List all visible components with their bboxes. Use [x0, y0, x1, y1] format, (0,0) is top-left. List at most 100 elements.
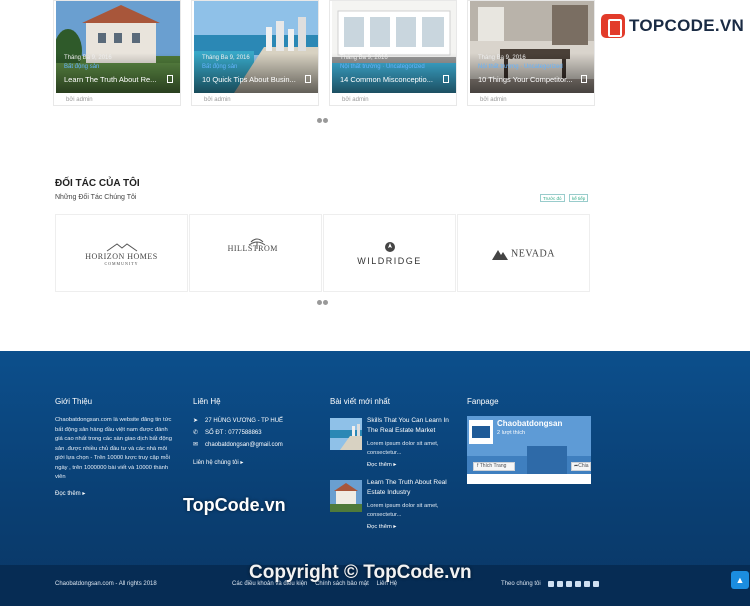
contact-address-text: 27 HÙNG VƯƠNG - TP HUẾ	[205, 418, 284, 424]
linkedin-icon[interactable]	[575, 581, 581, 587]
post-card[interactable]: Tháng Ba 9, 2016 Bất động sản Learn The …	[53, 0, 181, 106]
latest-post-excerpt: Lorem ipsum dolor sit amet, consectetur.…	[367, 503, 439, 518]
partner-logo-wildridge: WILDRIDGE	[324, 241, 455, 266]
partner-name: HORIZON HOMES	[85, 252, 158, 261]
partners-title: ĐỐI TÁC CỦA TÔI	[55, 178, 140, 189]
post-date: Tháng Ba 9, 2016	[478, 55, 526, 61]
carousel-dot[interactable]	[317, 300, 322, 305]
carousel-dots	[317, 118, 331, 124]
compass-icon	[384, 242, 395, 252]
partners-prev-button[interactable]: Trước đó	[540, 194, 565, 202]
post-category[interactable]: Nội thất trường · Uncategorized	[478, 64, 563, 70]
contact-us-link[interactable]: Liên hệ chúng tôi ▸	[193, 459, 243, 466]
carousel-dot[interactable]	[323, 300, 328, 305]
footer-about-text: Chaobatdongsan.com là website đăng tin t…	[55, 417, 172, 480]
post-date: Tháng Ba 9, 2016	[202, 55, 250, 61]
contact-email-text[interactable]: chaobatdongsan@gmail.com	[205, 442, 283, 448]
post-title[interactable]: 10 Things Your Competitor...	[478, 75, 576, 84]
fanpage-like-button[interactable]: f Thích Trang	[473, 462, 515, 471]
facebook-page-widget[interactable]: Chaobatdongsan 2 lượt thích f Thích Tran…	[467, 416, 591, 484]
house-icon	[106, 243, 137, 252]
post-category[interactable]: Bất động sản	[202, 64, 237, 70]
partner-logo-card[interactable]: NEVADA	[457, 214, 590, 292]
post-title[interactable]: 14 Common Misconceptio...	[340, 75, 438, 84]
partners-subtitle: Những Đối Tác Chúng Tôi	[55, 194, 137, 201]
partner-sub: COMMUNITY	[104, 261, 139, 266]
mail-icon: ✉	[193, 442, 199, 448]
latest-post-more-link[interactable]: Đọc thêm ▸	[367, 462, 396, 468]
page: Tháng Ba 9, 2016 Bất động sản Learn The …	[0, 0, 750, 606]
location-arrow-icon: ➤	[193, 418, 199, 424]
partner-name: WILDRIDGE	[357, 256, 422, 266]
carousel-dot[interactable]	[317, 118, 322, 123]
mountain-icon	[492, 250, 509, 260]
latest-post-thumb[interactable]	[330, 480, 362, 512]
fanpage-like-label: Thích Trang	[479, 463, 507, 469]
fanpage-share-label: Chia	[578, 463, 589, 469]
document-icon	[305, 75, 311, 83]
topcode-logo-text: TOPCODE.VN	[629, 16, 745, 35]
post-date: Tháng Ba 9, 2016	[340, 55, 388, 61]
facebook-icon: f	[477, 463, 479, 469]
fanpage-name[interactable]: Chaobatdongsan	[497, 419, 562, 428]
topcode-logo-icon	[601, 14, 625, 38]
follow-us-label: Theo chúng tôi	[501, 581, 541, 587]
post-card[interactable]: Tháng Ba 9, 2016 Nội thất trường · Uncat…	[329, 0, 457, 106]
posts-carousel: Tháng Ba 9, 2016 Bất động sản Learn The …	[53, 0, 595, 106]
youtube-icon[interactable]	[566, 581, 572, 587]
partner-name: HILLSTROM	[227, 243, 278, 253]
post-title[interactable]: Learn The Truth About Re...	[64, 75, 162, 84]
watermark-text: TopCode.vn	[183, 495, 286, 515]
contact-phone: ✆ SỐ ĐT : 0777588863	[193, 429, 262, 436]
document-icon	[167, 75, 173, 83]
post-card[interactable]: Tháng Ba 9, 2016 Nội thất trường · Uncat…	[467, 0, 595, 106]
footer-about-title: Giới Thiệu	[55, 397, 93, 406]
copyright-text: Chaobatdongsan.com - All rights 2018	[55, 581, 157, 587]
partner-logo-nevada: NEVADA	[458, 248, 589, 260]
latest-post-thumb[interactable]	[330, 418, 362, 450]
scroll-to-top-button[interactable]: ▲	[731, 571, 749, 589]
footer-about-more-link[interactable]: Đọc thêm ▸	[55, 490, 85, 497]
latest-post[interactable]: Skills That You Can Learn In The Real Es…	[330, 416, 455, 476]
facebook-icon[interactable]	[548, 581, 554, 587]
post-card[interactable]: Tháng Ba 9, 2016 Bất động sản 10 Quick T…	[191, 0, 319, 106]
post-author: bởi admin	[480, 97, 507, 103]
post-category[interactable]: Nội thất trường · Uncategorized	[340, 64, 425, 70]
partner-logo-card[interactable]: HORIZON HOMES COMMUNITY	[55, 214, 188, 292]
post-title[interactable]: 10 Quick Tips About Busin...	[202, 75, 300, 84]
partner-name: NEVADA	[511, 248, 555, 260]
twitter-icon[interactable]	[557, 581, 563, 587]
phone-icon: ✆	[193, 430, 199, 436]
document-icon	[443, 75, 449, 83]
latest-post-more-link[interactable]: Đọc thêm ▸	[367, 524, 396, 530]
latest-post-title[interactable]: Skills That You Can Learn In The Real Es…	[367, 416, 457, 436]
footer-contact-title: Liên Hệ	[193, 397, 221, 406]
contact-email: ✉ chaobatdongsan@gmail.com	[193, 441, 283, 448]
copyright-watermark: Copyright © TopCode.vn	[249, 562, 472, 583]
contact-phone-text: SỐ ĐT : 0777588863	[205, 430, 262, 436]
partner-logo-card[interactable]: HILLSTROM	[189, 214, 322, 292]
fanpage-likes: 2 lượt thích	[497, 430, 526, 436]
post-author: bởi admin	[66, 97, 93, 103]
partner-logo-card[interactable]: WILDRIDGE	[323, 214, 456, 292]
latest-post[interactable]: Learn The Truth About Real Estate Indust…	[330, 478, 455, 538]
document-icon	[581, 75, 587, 83]
partner-logo-horizon: HORIZON HOMES COMMUNITY	[56, 242, 187, 266]
skype-icon[interactable]	[593, 581, 599, 587]
instagram-icon[interactable]	[584, 581, 590, 587]
post-author: bởi admin	[204, 97, 231, 103]
contact-address: ➤ 27 HÙNG VƯƠNG - TP HUẾ	[193, 417, 283, 424]
post-category[interactable]: Bất động sản	[64, 64, 99, 70]
post-date: Tháng Ba 9, 2016	[64, 55, 112, 61]
chevron-up-icon: ▲	[735, 575, 745, 585]
topcode-logo: TOPCODE.VN	[601, 14, 744, 40]
latest-post-title[interactable]: Learn The Truth About Real Estate Indust…	[367, 478, 457, 498]
carousel-dot[interactable]	[323, 118, 328, 123]
partner-logo-hillstrom: HILLSTROM	[190, 238, 321, 256]
footer-fanpage-title: Fanpage	[467, 397, 499, 406]
fanpage-share-button[interactable]: ➦Chia	[571, 462, 591, 471]
partners-next-button[interactable]: kế tiếp	[569, 194, 589, 202]
post-author: bởi admin	[342, 97, 369, 103]
latest-post-excerpt: Lorem ipsum dolor sit amet, consectetur.…	[367, 441, 439, 456]
partners-dots	[317, 300, 331, 306]
